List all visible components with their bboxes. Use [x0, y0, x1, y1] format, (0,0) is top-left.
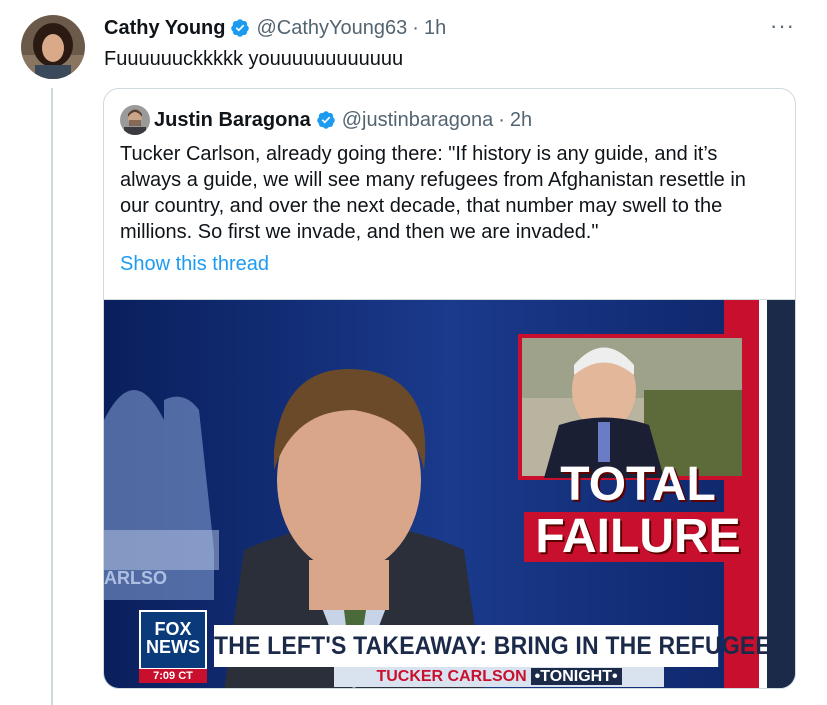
- show-name-bar: TUCKER CARLSON •TONIGHT•: [334, 667, 664, 687]
- quoted-author-avatar: [120, 105, 150, 135]
- show-name: TUCKER CARLSON: [376, 668, 527, 685]
- separator-dot: ·: [498, 108, 505, 131]
- verified-badge-icon: [231, 19, 250, 37]
- tweet-text: Fuuuuuuckkkkk youuuuuuuuuuuu: [104, 48, 404, 70]
- author-avatar[interactable]: [21, 15, 85, 79]
- show-tonight: •TONIGHT•: [530, 668, 622, 685]
- separator-dot: ·: [412, 16, 419, 39]
- quoted-tweet-timestamp[interactable]: 2h: [510, 109, 532, 132]
- broadcast-time: 7:09 CT: [139, 669, 207, 683]
- quoted-tweet[interactable]: Justin Baragona @justinbaragona · 2h Tuc…: [103, 88, 796, 689]
- background-lettering: ARLSO: [104, 568, 167, 588]
- fox-news-logo: FOX NEWS: [139, 610, 207, 670]
- tweet-header: Cathy Young @CathyYoung63 · 1h: [104, 14, 446, 42]
- more-options-icon[interactable]: ···: [770, 14, 800, 42]
- tweet-media-image[interactable]: ARLSO TOTAL FAILURE FOX NEWS 7:09 CT THE…: [104, 299, 795, 688]
- verified-badge-icon: [316, 111, 335, 129]
- thread-line: [51, 88, 53, 705]
- quoted-tweet-text: Tucker Carlson, already going there: "If…: [120, 143, 746, 243]
- show-thread-link[interactable]: Show this thread: [120, 253, 269, 276]
- quoted-author-handle[interactable]: @justinbaragona: [342, 109, 494, 132]
- total-failure-graphic: TOTAL FAILURE: [524, 460, 752, 562]
- quoted-author-name[interactable]: Justin Baragona: [154, 109, 311, 132]
- author-name[interactable]: Cathy Young: [104, 17, 225, 40]
- graphic-line-1: TOTAL: [560, 458, 716, 511]
- tweet-timestamp[interactable]: 1h: [424, 17, 446, 40]
- graphic-line-2: FAILURE: [524, 512, 752, 562]
- quoted-tweet-header: Justin Baragona @justinbaragona · 2h: [154, 105, 532, 135]
- author-handle[interactable]: @CathyYoung63: [256, 17, 407, 40]
- news-chyron: THE LEFT'S TAKEAWAY: BRING IN THE REFUGE…: [214, 625, 786, 667]
